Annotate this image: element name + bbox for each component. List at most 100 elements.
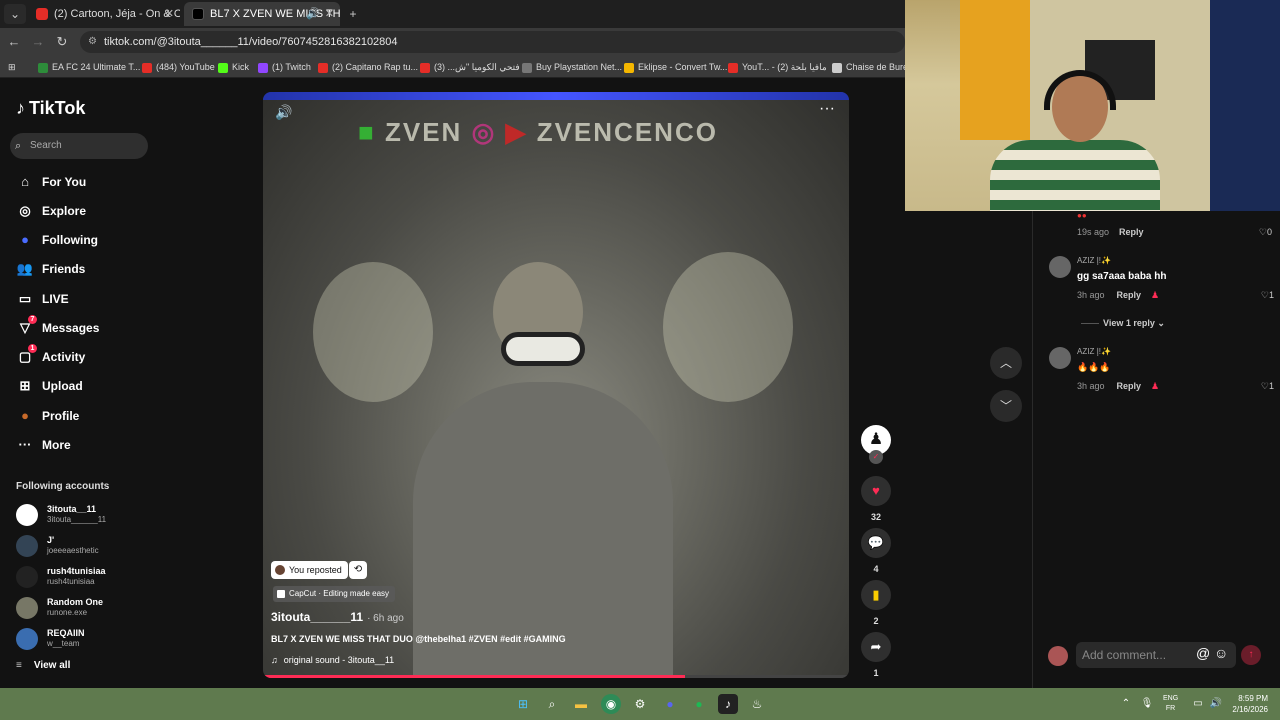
steam-icon[interactable]: ♨ — [747, 694, 767, 714]
avatar[interactable] — [1049, 256, 1071, 278]
like-button[interactable]: ♥ 32 — [861, 476, 891, 522]
comment-time: 3h ago — [1077, 381, 1105, 391]
bookmark-item[interactable]: Eklipse - Convert Tw... — [624, 59, 727, 75]
sidebar-item-profile[interactable]: ● Profile — [16, 405, 79, 427]
comment-input[interactable]: Add comment... — [1076, 642, 1236, 668]
bookmark-label: Buy Playstation Net... — [536, 62, 623, 72]
bookmark-item[interactable]: YouT... - مافيا بلحة (2) — [728, 59, 827, 75]
show-hidden-icons[interactable]: ⌃ — [1116, 694, 1136, 714]
url-field[interactable]: ⚙ tiktok.com/@3itouta______11/video/7607… — [80, 31, 905, 53]
avatar — [16, 504, 38, 526]
tab-search-button[interactable]: ⌄ — [4, 4, 26, 24]
microphone-icon[interactable]: 🎙 — [1137, 694, 1157, 714]
bookmark-item[interactable]: Kick — [218, 59, 249, 75]
close-tab-icon[interactable]: ✕ — [325, 2, 334, 26]
comment-author[interactable]: AZIZ إ!✨ — [1077, 347, 1111, 356]
reply-button[interactable]: Reply — [1117, 381, 1142, 391]
video-author[interactable]: 3itouta______11 · 6h ago — [271, 610, 404, 624]
bookmark-item[interactable]: (484) YouTube — [142, 59, 215, 75]
sidebar-item-messages[interactable]: ▽ 7 Messages — [16, 315, 99, 339]
apps-icon[interactable]: ⊞ — [8, 59, 16, 75]
comment-like-button[interactable]: ♡1 — [1261, 290, 1274, 301]
bookmark-label: EA FC 24 Ultimate T... — [52, 62, 141, 72]
save-button[interactable]: ▮ 2 — [861, 580, 891, 626]
close-tab-icon[interactable]: ✕ — [165, 2, 174, 26]
search-icon: ⌕ — [15, 140, 22, 152]
back-icon[interactable]: ← — [4, 32, 24, 52]
browser-tab-tiktok[interactable]: BL7 X ZVEN WE MISS THAT 🔊 ✕ — [184, 2, 340, 26]
clock[interactable]: 8:59 PM 2/16/2026 — [1232, 693, 1268, 715]
video-progress-bar[interactable] — [263, 675, 849, 678]
comment-like-button[interactable]: ♡0 — [1259, 227, 1272, 238]
video-sound[interactable]: ♫ original sound - 3itouta__11 — [271, 655, 394, 665]
following-account[interactable]: J' joeeeaesthetic — [16, 533, 146, 561]
reload-icon[interactable]: ↻ — [52, 32, 72, 52]
forward-icon[interactable]: → — [28, 32, 48, 52]
video-top-glow — [263, 92, 849, 100]
comment-like-button[interactable]: ♡1 — [1261, 381, 1274, 392]
search-input[interactable]: ⌕ Search — [10, 133, 148, 159]
search-icon[interactable]: ⌕ — [542, 694, 562, 714]
view-all-link[interactable]: ≡ View all — [16, 660, 70, 671]
site-info-icon[interactable]: ⚙ — [88, 31, 97, 53]
language-indicator[interactable]: ENG FR — [1163, 694, 1178, 714]
share-count: 1 — [873, 668, 879, 678]
sidebar-item-live[interactable]: ▭ LIVE — [16, 288, 69, 310]
video-player[interactable]: ■ ZVEN ◎ ▶ ZVENCENCO 🔊 ··· You reposted … — [263, 92, 849, 678]
following-account[interactable]: Random One runone.exe — [16, 595, 146, 623]
following-account[interactable]: REQAIIN w__team — [16, 626, 146, 654]
sidebar-item-activity[interactable]: ▢ 1 Activity — [16, 344, 85, 368]
volume-icon[interactable]: 🔊 — [275, 104, 292, 121]
chrome-icon[interactable]: ◉ — [601, 694, 621, 714]
settings-icon[interactable]: ⚙ — [630, 694, 650, 714]
sidebar-item-label: Explore — [42, 204, 87, 218]
sidebar-item-friends[interactable]: 👥 Friends — [16, 258, 85, 280]
bookmark-item[interactable]: Buy Playstation Net... — [522, 59, 622, 75]
new-tab-button[interactable]: + — [342, 4, 364, 24]
upload-icon: ⊞ — [19, 378, 31, 393]
repost-icon[interactable]: ⟲ — [349, 561, 367, 579]
capcut-badge[interactable]: CapCut · Editing made easy — [273, 586, 396, 602]
volume-icon[interactable]: 🔊 — [1206, 694, 1226, 714]
comment-like-count: 1 — [1268, 381, 1274, 391]
tiktok-logo[interactable]: ♪ TikTok — [16, 98, 85, 119]
sidebar-item-following[interactable]: ● Following — [16, 229, 98, 251]
bookmark-item[interactable]: فتحي الكوميا "ش... (3) — [420, 59, 520, 75]
reply-button[interactable]: Reply — [1119, 227, 1144, 237]
browser-tab-youtube[interactable]: (2) Cartoon, Jéja - On & On (Ly ✕ — [28, 2, 180, 26]
comment-button[interactable]: 💬 4 — [861, 528, 891, 574]
share-button[interactable]: ➦ 1 — [861, 632, 891, 678]
bookmark-item[interactable]: (1) Twitch — [258, 59, 311, 75]
more-icon: ··· — [18, 437, 32, 452]
save-count: 2 — [873, 616, 879, 626]
file-explorer-icon[interactable]: ▬ — [571, 694, 591, 714]
sidebar-item-more[interactable]: ··· More — [16, 434, 71, 456]
bookmark-item[interactable]: (2) Capitano Rap tu... — [318, 59, 418, 75]
tiktok-app-icon[interactable]: ♪ — [718, 694, 738, 714]
following-account[interactable]: 3itouta__11 3itouta______11 — [16, 502, 146, 530]
spotify-icon[interactable]: ● — [689, 694, 709, 714]
video-progress-fill — [263, 675, 685, 678]
more-options-icon[interactable]: ··· — [819, 100, 835, 118]
logo-text: TikTok — [29, 98, 86, 118]
sidebar-item-for-you[interactable]: ⌂ For You — [16, 171, 86, 193]
speaker-icon[interactable]: 🔊 — [306, 2, 320, 26]
send-button[interactable]: ↑ — [1241, 645, 1261, 665]
sidebar-item-explore[interactable]: ◎ Explore — [16, 200, 86, 222]
avatar[interactable] — [1049, 347, 1071, 369]
mention-icon[interactable]: @ — [1196, 645, 1210, 661]
bookmark-item[interactable]: EA FC 24 Ultimate T... — [38, 59, 140, 75]
network-icon[interactable]: ▭ — [1188, 694, 1208, 714]
comment-author[interactable]: AZIZ إ!✨ — [1077, 256, 1111, 265]
windows-start-icon[interactable]: ⊞ — [513, 694, 533, 714]
sidebar-item-upload[interactable]: ⊞ Upload — [16, 375, 83, 397]
reposted-badge[interactable]: You reposted — [271, 561, 348, 579]
view-replies-button[interactable]: View 1 reply ⌄ — [1081, 318, 1165, 329]
emoji-icon[interactable]: ☺ — [1214, 645, 1228, 661]
followed-check-icon[interactable]: ✓ — [869, 450, 883, 464]
next-video-button[interactable]: ﹀ — [990, 390, 1022, 422]
discord-icon[interactable]: ● — [660, 694, 680, 714]
following-account[interactable]: rush4tunisiaa rush4tunisiaa — [16, 564, 146, 592]
reply-button[interactable]: Reply — [1117, 290, 1142, 300]
previous-video-button[interactable]: ︿ — [990, 347, 1022, 379]
